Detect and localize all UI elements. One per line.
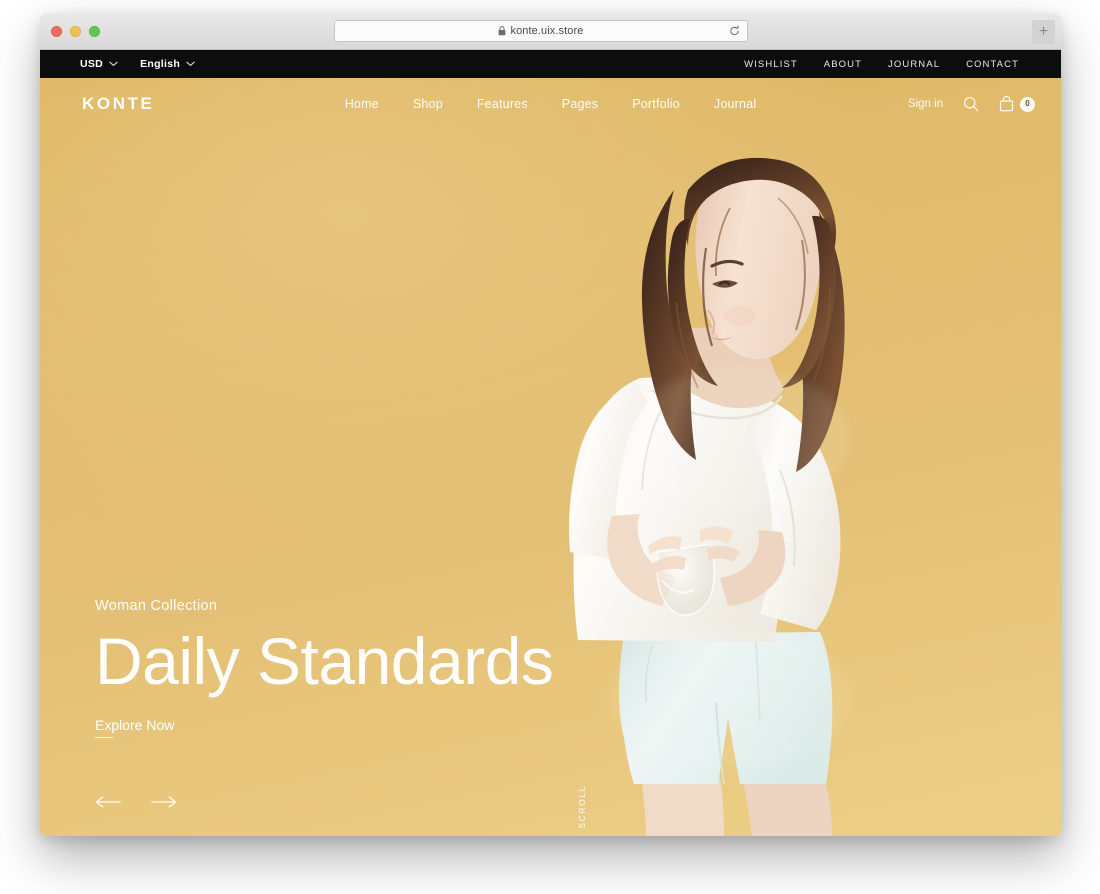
topbar-link-about[interactable]: ABOUT (824, 59, 862, 70)
currency-label: USD (80, 58, 104, 70)
scroll-indicator[interactable]: SCROLL (577, 785, 587, 836)
language-label: English (140, 58, 181, 70)
topbar-links: WISHLIST ABOUT JOURNAL CONTACT (744, 59, 1039, 70)
slider-controls (95, 795, 177, 814)
chevron-down-icon (109, 61, 118, 66)
search-icon (964, 97, 979, 112)
slider-next-button[interactable] (151, 795, 177, 814)
address-bar-content: konte.uix.store (498, 25, 583, 37)
sign-in-link[interactable]: Sign in (908, 98, 943, 110)
language-selector[interactable]: English (140, 58, 195, 70)
header-actions: Sign in 0 (908, 96, 1035, 112)
hero-eyebrow: Woman Collection (95, 598, 218, 614)
new-tab-button[interactable]: + (1032, 20, 1055, 44)
arrow-left-icon (95, 796, 121, 808)
page-viewport: USD English WISHLIST ABOUT JOURNAL CONTA… (40, 50, 1061, 836)
topbar-link-contact[interactable]: CONTACT (966, 59, 1019, 70)
address-bar[interactable]: konte.uix.store (334, 20, 748, 42)
nav-item-home[interactable]: Home (345, 97, 379, 111)
topbar-link-journal[interactable]: JOURNAL (888, 59, 940, 70)
search-button[interactable] (963, 96, 979, 112)
browser-chrome: konte.uix.store + (40, 14, 1061, 50)
nav-item-shop[interactable]: Shop (413, 97, 443, 111)
explore-now-link[interactable]: Explore Now (95, 717, 174, 739)
lock-icon (499, 26, 506, 36)
site-header: KONTE Home Shop Features Pages Portfolio… (40, 78, 1061, 130)
nav-item-portfolio[interactable]: Portfolio (632, 97, 680, 111)
cart-count-badge: 0 (1020, 96, 1035, 112)
reload-icon[interactable] (729, 25, 740, 37)
site-logo[interactable]: KONTE (82, 94, 155, 114)
address-bar-url: konte.uix.store (510, 25, 584, 37)
nav-item-pages[interactable]: Pages (562, 97, 598, 111)
cart-button[interactable]: 0 (999, 96, 1035, 112)
slider-prev-button[interactable] (95, 795, 121, 814)
minimize-window-button[interactable] (70, 26, 81, 37)
nav-item-journal[interactable]: Journal (714, 97, 756, 111)
traffic-lights (51, 26, 100, 37)
nav-item-features[interactable]: Features (477, 97, 528, 111)
hero-content: Woman Collection Daily Standards Explore… (95, 598, 554, 739)
close-window-button[interactable] (51, 26, 62, 37)
topbar-left-group: USD English (80, 58, 195, 70)
main-navigation: Home Shop Features Pages Portfolio Journ… (345, 97, 757, 111)
utility-topbar: USD English WISHLIST ABOUT JOURNAL CONTA… (40, 50, 1061, 78)
maximize-window-button[interactable] (89, 26, 100, 37)
new-tab-label: + (1038, 23, 1049, 40)
browser-window: konte.uix.store + USD English WISHLIST A… (40, 14, 1061, 836)
topbar-link-wishlist[interactable]: WISHLIST (744, 59, 798, 70)
chevron-down-icon (186, 61, 195, 66)
scroll-label: SCROLL (577, 785, 587, 829)
currency-selector[interactable]: USD (80, 58, 118, 70)
hero-title: Daily Standards (95, 624, 554, 698)
arrow-right-icon (151, 796, 177, 808)
shopping-bag-icon (999, 96, 1014, 112)
